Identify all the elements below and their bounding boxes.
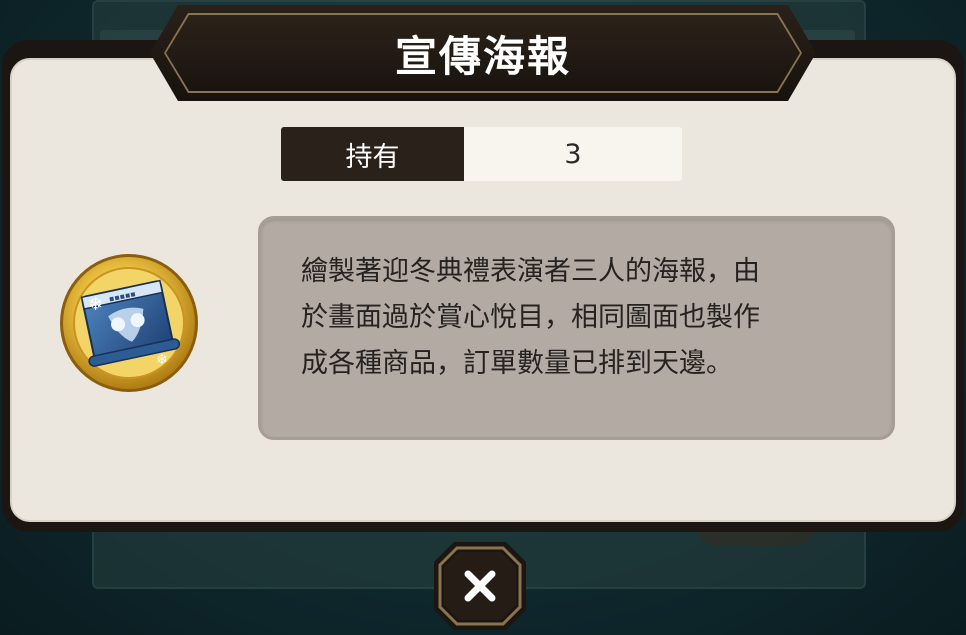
item-description-box: 繪製著迎冬典禮表演者三人的海報，由 於畫面過於賞心悅目，相同圖面也製作 成各種商… [258, 216, 895, 440]
close-button[interactable] [432, 540, 528, 632]
svg-text:❄: ❄ [88, 294, 103, 315]
poster-scroll-icon: ▪▪▪▪▪ ❄ ❄ [58, 252, 200, 394]
dialog-title: 宣傳海報 [394, 31, 571, 81]
svg-text:❄: ❄ [156, 352, 168, 368]
owned-count-bar: 持有 3 [281, 127, 682, 181]
owned-label: 持有 [281, 127, 464, 181]
game-screen: 宣傳海報 持有 3 ▪▪▪▪▪ ❄ ❄ 繪製著迎冬典禮表演者三人的海報，由 於畫… [0, 0, 966, 635]
owned-count: 3 [464, 127, 682, 181]
item-description: 繪製著迎冬典禮表演者三人的海報，由 於畫面過於賞心悅目，相同圖面也製作 成各種商… [301, 256, 760, 379]
